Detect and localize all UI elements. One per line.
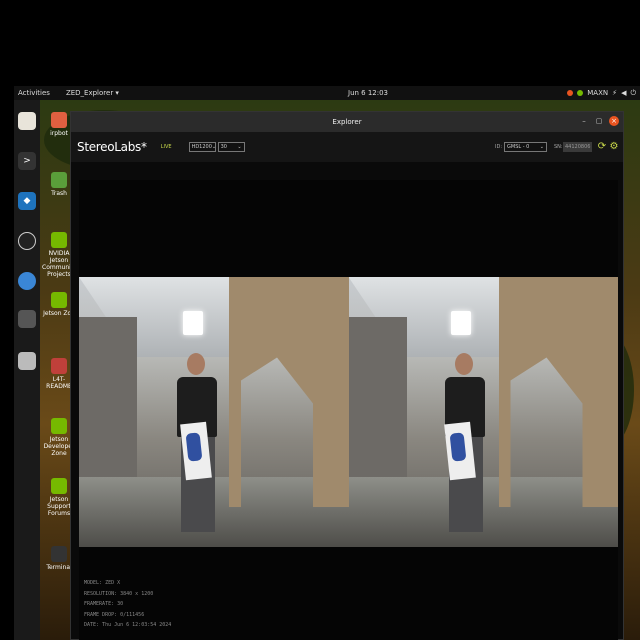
trash-icon xyxy=(51,172,67,188)
volume-icon[interactable]: ◀ xyxy=(621,89,626,97)
camera-id-select[interactable]: GMSL - 0 ⌄ xyxy=(504,142,547,152)
fps-select[interactable]: 30 ⌄ xyxy=(217,142,245,152)
nvidia-icon xyxy=(51,418,67,434)
nvidia-icon xyxy=(51,292,67,308)
resolution-select[interactable]: HD1200 ⌄ xyxy=(188,142,217,152)
left-camera-view xyxy=(79,277,349,547)
files-icon[interactable] xyxy=(18,112,36,130)
brand-logo: StereoLabs* xyxy=(77,140,147,154)
activities-button[interactable]: Activities xyxy=(18,89,50,97)
zed-explorer-icon[interactable] xyxy=(18,310,36,328)
dock: > ◆ xyxy=(14,100,40,640)
power-mode-icon xyxy=(577,90,584,96)
right-camera-view xyxy=(348,277,618,547)
info-framerate: FRAMERATE: 30 xyxy=(84,601,124,607)
info-frame-drop: FRAME DROP: 0/111456 xyxy=(84,611,145,618)
power-icon[interactable]: ⏻ xyxy=(630,89,636,98)
chromium-icon[interactable] xyxy=(18,272,36,290)
toolbar: StereoLabs* LIVE HD1200 ⌄ 30 ⌄ ID: GMSL … xyxy=(71,132,623,162)
folder-icon xyxy=(51,358,67,374)
drive-icon[interactable] xyxy=(18,352,36,370)
power-mode-label[interactable]: MAXN xyxy=(587,89,608,97)
info-resolution: RESOLUTION: 3840 x 1200 xyxy=(84,590,154,597)
close-button[interactable]: × xyxy=(609,116,619,126)
app-menu[interactable]: ZED_Explorer ▾ xyxy=(66,89,119,97)
minimize-button[interactable]: – xyxy=(579,116,589,126)
refresh-icon[interactable]: ⟳ xyxy=(597,141,607,153)
stereo-video-feed xyxy=(79,277,618,547)
window-titlebar[interactable]: Explorer – ▢ × xyxy=(71,112,623,132)
info-model: MODEL: ZED X xyxy=(84,580,121,586)
camera-info-panel: MODEL: ZED X RESOLUTION: 3840 x 1200 FRA… xyxy=(84,578,171,631)
top-bar: Activities ZED_Explorer ▾ Jun 6 12:03 MA… xyxy=(14,86,640,100)
clock[interactable]: Jun 6 12:03 xyxy=(348,89,388,97)
maximize-button[interactable]: ▢ xyxy=(594,116,604,126)
terminal-icon xyxy=(51,546,67,562)
camera-id-label: ID: xyxy=(495,144,503,150)
nvidia-icon xyxy=(51,232,67,248)
home-folder-icon xyxy=(51,112,67,128)
explorer-window: Explorer – ▢ × StereoLabs* LIVE HD1200 ⌄… xyxy=(70,111,624,640)
network-icon[interactable]: ⚡ xyxy=(612,89,617,97)
chevron-down-icon: ⌄ xyxy=(539,144,544,150)
terminal-icon[interactable]: > xyxy=(18,152,36,170)
video-viewer: MODEL: ZED X RESOLUTION: 3840 x 1200 FRA… xyxy=(79,180,618,640)
chevron-down-icon: ⌄ xyxy=(211,144,217,150)
nvidia-icon xyxy=(51,478,67,494)
settings-icon[interactable]: ⚙ xyxy=(609,141,619,153)
live-indicator: LIVE xyxy=(160,144,172,150)
vscode-icon[interactable]: ◆ xyxy=(18,192,36,210)
nvidia-icon[interactable] xyxy=(567,90,574,96)
system-tray[interactable]: MAXN ⚡ ◀ ⏻ xyxy=(567,89,636,98)
serial-number-label: SN: xyxy=(554,144,563,150)
window-title: Explorer xyxy=(332,118,362,126)
info-date: DATE: Thu Jun 6 12:03:54 2024 xyxy=(84,622,172,628)
obs-icon[interactable] xyxy=(18,232,36,250)
chevron-down-icon: ⌄ xyxy=(237,144,242,150)
serial-number-field: 44120806 xyxy=(563,142,592,152)
